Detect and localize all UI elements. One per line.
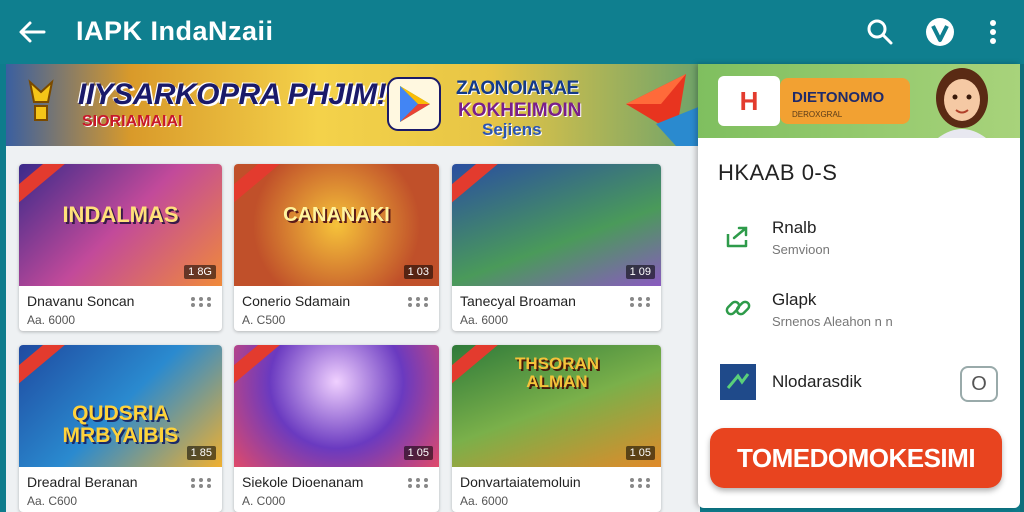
app-bar: IAPK IndaNzaii xyxy=(0,0,1024,64)
panel-row-share[interactable]: Rnalb Semvioon xyxy=(698,210,1020,270)
panel-title: HKAAB 0-S xyxy=(718,160,838,185)
app-price: Aa. C600 xyxy=(27,494,78,508)
banner-right-line3: Sejiens xyxy=(482,120,542,139)
arrow-left-icon[interactable] xyxy=(14,14,50,50)
app-badge: 1 05 xyxy=(403,446,433,460)
app-badge: 1 09 xyxy=(625,265,655,279)
edge-strip xyxy=(1020,64,1024,512)
panel-row-title: Rnalb xyxy=(772,218,817,237)
app-card[interactable]: THSORAN ALMAN 1 05 Donvartaiatemoluin Aa… xyxy=(452,345,661,512)
app-badge: 1 85 xyxy=(186,446,216,460)
app-card[interactable]: 1 09 Tanecyal Broaman Aa. 6000 xyxy=(452,164,661,331)
panel-pill-title: DIETONOMO xyxy=(792,89,885,106)
panel-row-sub: Srnenos Aleahon n n xyxy=(772,314,893,329)
app-name: Dnavanu Soncan xyxy=(27,293,135,309)
app-icon xyxy=(720,364,756,400)
panel-row-title: Nlodarasdik xyxy=(772,372,862,391)
app-card[interactable]: 1 05 Siekole Dioenanam A. C000 xyxy=(234,345,439,512)
app-art-text: INDALMAS xyxy=(62,202,179,227)
app-name: Dreadral Beranan xyxy=(27,474,138,490)
app-price: Aa. 6000 xyxy=(460,494,509,508)
banner-subline: SIORIAMAIAI xyxy=(82,113,183,130)
more-horiz-icon[interactable] xyxy=(629,477,651,489)
app-price: Aa. 6000 xyxy=(27,313,76,327)
app-art-text: QUDSRIA MRBYAIBIS xyxy=(62,402,179,447)
app-price: A. C500 xyxy=(242,313,286,327)
character-avatar xyxy=(936,68,988,138)
panel-pill-sub: DEROXGRAL xyxy=(792,110,843,119)
more-horiz-icon[interactable] xyxy=(190,296,212,308)
share-icon xyxy=(726,226,748,248)
arrow-graphic-icon xyxy=(626,74,700,146)
search-icon[interactable] xyxy=(862,14,898,50)
app-art-text: CANANAKI xyxy=(283,204,390,226)
account-icon[interactable] xyxy=(922,14,958,50)
app-name: Tanecyal Broaman xyxy=(460,293,576,309)
toggle-button[interactable]: O xyxy=(960,366,998,402)
trophy-icon xyxy=(28,79,54,121)
play-store-icon xyxy=(387,77,441,131)
store-content: IIYSARKOPRA PHJIM! SIORIAMAIAI ZAONOIARA… xyxy=(6,64,700,512)
banner-right-line1: ZAONOIARAE xyxy=(456,78,579,99)
more-vert-icon[interactable] xyxy=(975,14,1011,50)
banner-right-line2: KOKHEIMOIN xyxy=(458,100,582,121)
app-name: Conerio Sdamain xyxy=(242,293,351,309)
banner-headline: IIYSARKOPRA PHJIM! xyxy=(78,78,387,111)
app-card[interactable]: QUDSRIA MRBYAIBIS 1 85 Dreadral Beranan … xyxy=(19,345,222,512)
more-horiz-icon[interactable] xyxy=(407,296,429,308)
more-horiz-icon[interactable] xyxy=(629,296,651,308)
app-badge: 1 8G xyxy=(184,265,216,279)
panel-logo: H xyxy=(718,76,780,126)
more-horiz-icon[interactable] xyxy=(190,477,212,489)
promo-banner[interactable]: IIYSARKOPRA PHJIM! SIORIAMAIAI ZAONOIARA… xyxy=(6,64,700,146)
app-card[interactable]: CANANAKI 1 03 Conerio Sdamain A. C500 xyxy=(234,164,439,331)
panel-row-link[interactable]: Glapk Srnenos Aleahon n n xyxy=(698,282,1020,342)
app-badge: 1 03 xyxy=(403,265,433,279)
primary-action-button[interactable]: TOMEDOMOKESIMI xyxy=(710,428,1002,488)
panel-row-title: Glapk xyxy=(772,290,817,309)
panel-row-sub: Semvioon xyxy=(772,242,830,257)
link-icon xyxy=(725,300,751,316)
app-name: Donvartaiatemoluin xyxy=(460,474,581,490)
app-title: IAPK IndaNzaii xyxy=(76,16,274,46)
app-badge: 1 05 xyxy=(625,446,655,460)
panel-banner[interactable]: H DIETONOMO DEROXGRAL xyxy=(698,64,1020,138)
app-price: A. C000 xyxy=(242,494,286,508)
app-name: Siekole Dioenanam xyxy=(242,474,364,490)
side-panel: H DIETONOMO DEROXGRAL HKAAB 0-S Rnalb Se… xyxy=(698,64,1020,508)
more-horiz-icon[interactable] xyxy=(407,477,429,489)
app-art-text: THSORAN ALMAN xyxy=(514,354,600,391)
app-card[interactable]: INDALMAS 1 8G Dnavanu Soncan Aa. 6000 xyxy=(19,164,222,331)
app-price: Aa. 6000 xyxy=(460,313,509,327)
